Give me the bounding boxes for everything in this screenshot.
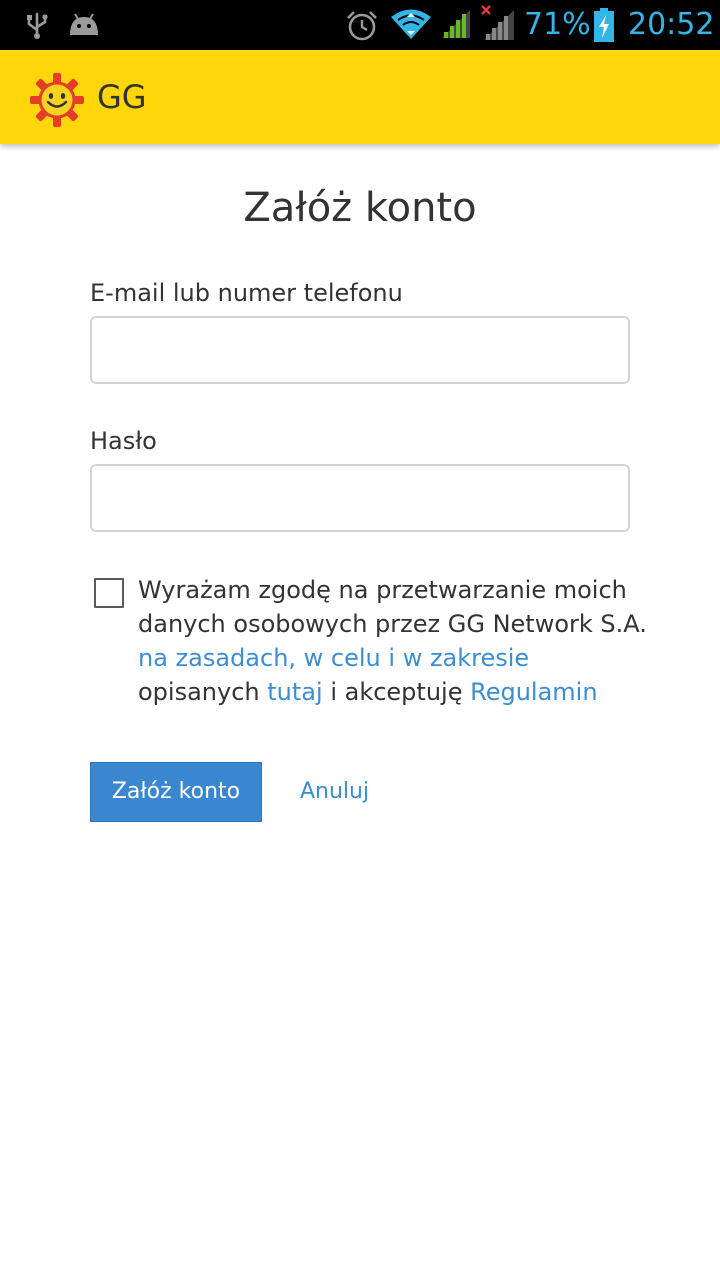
- clock: 20:52: [628, 7, 715, 42]
- details-link[interactable]: tutaj: [267, 678, 322, 706]
- create-account-button[interactable]: Załóż konto: [90, 762, 262, 822]
- password-label: Hasło: [90, 427, 157, 455]
- app-title: GG: [97, 78, 147, 116]
- consent-text-part-1: Wyrażam zgodę na przetwarzanie moich dan…: [138, 576, 647, 638]
- email-label: E-mail lub numer telefonu: [90, 279, 403, 307]
- status-bar: 71% 20:52: [0, 0, 720, 50]
- signal-icon: [442, 10, 470, 38]
- signal-no-data-icon: [481, 5, 514, 40]
- consent-text-part-3: i akceptuję: [330, 678, 463, 706]
- password-field[interactable]: [90, 464, 630, 532]
- consent-checkbox[interactable]: [94, 578, 124, 608]
- regulations-link[interactable]: Regulamin: [470, 678, 597, 706]
- gg-sun-logo[interactable]: [28, 71, 86, 129]
- terms-scope-link[interactable]: na zasadach, w celu i w zakresie: [138, 644, 529, 672]
- wifi-icon: [391, 9, 431, 39]
- cancel-button[interactable]: Anuluj: [300, 762, 369, 822]
- email-field[interactable]: [90, 316, 630, 384]
- battery-charging-icon: [594, 8, 614, 42]
- alarm-icon: [347, 11, 377, 41]
- consent-text: Wyrażam zgodę na przetwarzanie moich dan…: [138, 573, 658, 709]
- android-icon: [70, 13, 98, 35]
- usb-icon: [27, 12, 48, 39]
- page-title: Załóż konto: [243, 185, 477, 231]
- battery-percent: 71%: [524, 7, 591, 42]
- app-bar: GG: [0, 50, 720, 144]
- consent-text-part-2: opisanych: [138, 678, 260, 706]
